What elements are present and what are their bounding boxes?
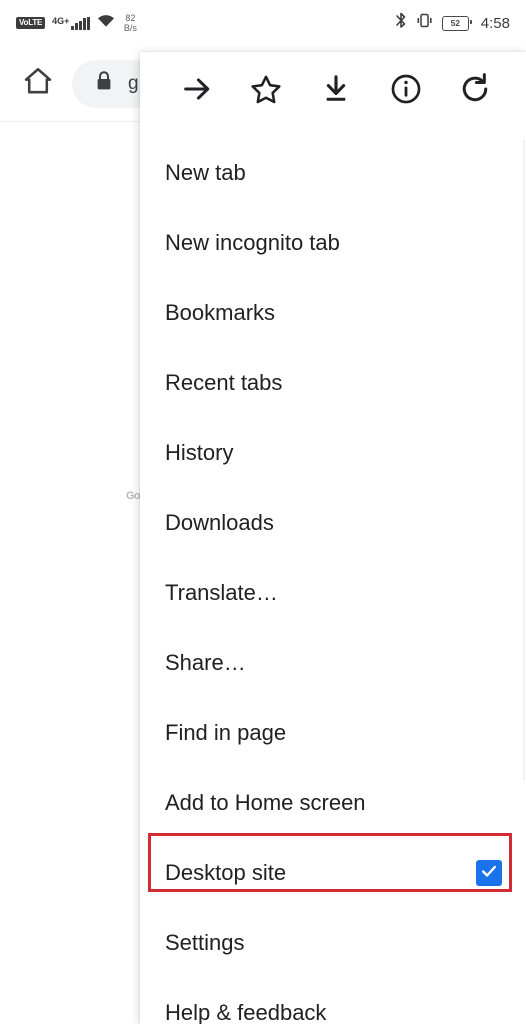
- menu-item-label: Translate…: [165, 580, 278, 605]
- menu-item-label: Help & feedback: [165, 1000, 327, 1024]
- page-info-button[interactable]: [382, 67, 430, 115]
- home-icon: [22, 65, 54, 102]
- menu-item-recent-tabs[interactable]: Recent tabs: [140, 348, 526, 418]
- cellular-signal-icon: 4G+: [52, 15, 90, 30]
- menu-item-help-and-feedback[interactable]: Help & feedback: [140, 978, 526, 1024]
- volte-icon: VoLTE: [16, 17, 46, 29]
- menu-item-history[interactable]: History: [140, 418, 526, 488]
- menu-item-label: Add to Home screen: [165, 790, 366, 815]
- google-logo-fragment: Go: [126, 490, 141, 502]
- menu-item-label: Find in page: [165, 720, 287, 745]
- wifi-icon: [97, 14, 115, 33]
- star-icon: [249, 72, 283, 111]
- menu-item-label: New tab: [165, 160, 246, 185]
- menu-item-find-in-page[interactable]: Find in page: [140, 698, 526, 768]
- menu-item-label: Settings: [165, 930, 245, 955]
- info-icon: [389, 72, 423, 111]
- menu-item-label: Downloads: [165, 510, 274, 535]
- menu-item-label: History: [165, 440, 234, 465]
- network-speed-indicator: 82 B/s: [124, 13, 137, 33]
- menu-item-label: Share…: [165, 650, 246, 675]
- network-speed-unit: B/s: [123, 23, 137, 33]
- home-button[interactable]: [14, 60, 62, 108]
- menu-item-bookmarks[interactable]: Bookmarks: [140, 278, 526, 348]
- menu-item-settings[interactable]: Settings: [140, 908, 526, 978]
- lock-icon: [94, 70, 114, 97]
- menu-item-downloads[interactable]: Downloads: [140, 488, 526, 558]
- menu-item-label: Desktop site: [165, 860, 287, 885]
- menu-scrollbar[interactable]: [523, 140, 525, 780]
- desktop-site-checkbox[interactable]: [476, 860, 502, 886]
- clock-label: 4:58: [480, 14, 510, 32]
- menu-icon-row: [140, 52, 526, 130]
- download-button[interactable]: [312, 67, 360, 115]
- reload-button[interactable]: [451, 67, 499, 115]
- menu-item-list: New tab New incognito tab Bookmarks Rece…: [140, 130, 526, 1024]
- download-icon: [319, 72, 353, 111]
- menu-item-label: Recent tabs: [165, 370, 283, 395]
- menu-item-new-tab[interactable]: New tab: [140, 138, 526, 208]
- bookmark-button[interactable]: [242, 67, 290, 115]
- menu-item-translate[interactable]: Translate…: [140, 558, 526, 628]
- status-bar-right: 52 4:58: [395, 12, 510, 34]
- browser-overflow-menu: New tab New incognito tab Bookmarks Rece…: [140, 52, 526, 1024]
- status-bar: VoLTE 4G+ 82 B/s 52 4:58: [0, 0, 526, 46]
- forward-button[interactable]: [173, 67, 221, 115]
- url-text: g: [128, 72, 139, 94]
- menu-item-new-incognito-tab[interactable]: New incognito tab: [140, 208, 526, 278]
- reload-icon: [458, 72, 492, 111]
- check-icon: [479, 861, 499, 886]
- forward-icon: [180, 72, 214, 111]
- network-speed-value: 82: [125, 13, 136, 23]
- signal-bars-icon: [71, 16, 90, 30]
- menu-item-label: Bookmarks: [165, 300, 276, 325]
- menu-item-share[interactable]: Share…: [140, 628, 526, 698]
- network-type-label: 4G+: [52, 15, 70, 26]
- status-bar-left: VoLTE 4G+ 82 B/s: [16, 13, 137, 33]
- vibrate-icon: [415, 13, 434, 33]
- battery-icon: 52: [441, 15, 472, 31]
- battery-percent-label: 52: [450, 18, 461, 28]
- menu-item-desktop-site[interactable]: Desktop site: [140, 838, 526, 908]
- menu-item-add-to-home-screen[interactable]: Add to Home screen: [140, 768, 526, 838]
- bluetooth-icon: [395, 12, 407, 34]
- menu-item-label: New incognito tab: [165, 230, 340, 255]
